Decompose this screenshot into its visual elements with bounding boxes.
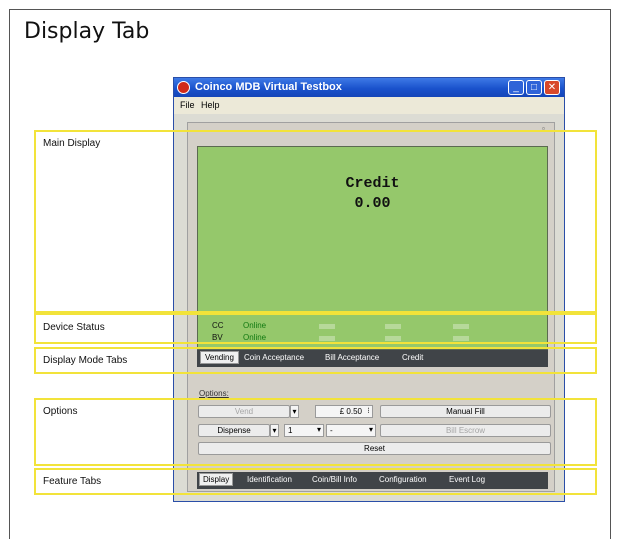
main-display-callout-box [34, 130, 597, 313]
slide-title: Display Tab [24, 19, 150, 44]
main-display-callout: Main Display [43, 138, 101, 149]
device-status-callout: Device Status [43, 322, 105, 333]
minimize-button[interactable]: _ [508, 80, 524, 95]
options-callout: Options [43, 406, 78, 417]
options-callout-box [34, 398, 597, 466]
device-status-callout-box [34, 313, 597, 344]
options-label: Options: [199, 389, 229, 398]
menu-bar: File Help [174, 97, 564, 114]
app-icon [177, 81, 190, 94]
close-button[interactable]: ✕ [544, 80, 560, 95]
menu-file[interactable]: File [180, 100, 195, 110]
title-bar[interactable]: Coinco MDB Virtual Testbox _ □ ✕ [174, 78, 564, 97]
feature-tabs-callout-box [34, 468, 597, 495]
window-title: Coinco MDB Virtual Testbox [195, 81, 342, 93]
feature-tabs-callout: Feature Tabs [43, 476, 102, 487]
maximize-button[interactable]: □ [526, 80, 542, 95]
display-mode-tabs-callout: Display Mode Tabs [43, 355, 128, 366]
menu-help[interactable]: Help [201, 100, 220, 110]
